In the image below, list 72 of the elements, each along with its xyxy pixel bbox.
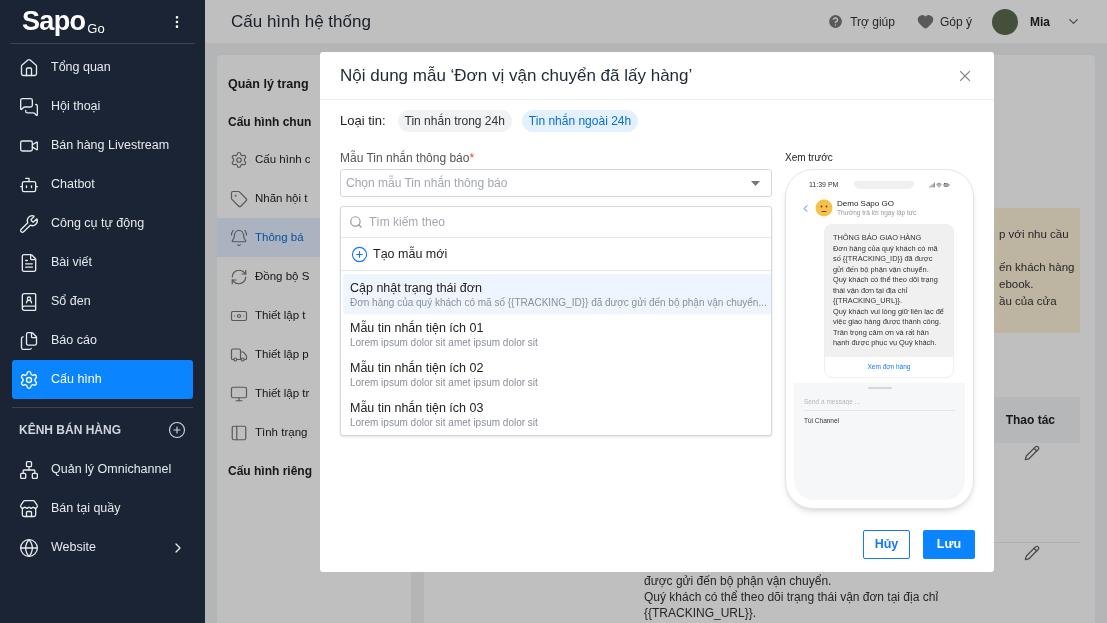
help-link[interactable]: Trợ giúp [850,12,895,31]
contact-book-icon [19,291,39,312]
sidebar-item[interactable]: Hội thoại [12,87,193,126]
sidebar-item[interactable]: Công cụ tự động [12,204,193,243]
avatar[interactable] [992,8,1018,35]
template-option[interactable]: Mẫu tin nhắn tiện ích 01 Lorem ipsum dolor sit amet ipsum dolor sit [343,314,771,354]
add-channel-icon[interactable] [168,421,186,439]
network-icon [19,459,39,480]
caret-icon [751,180,760,186]
template-text: được gửi đến bộ phận vận chuyển. [644,573,833,589]
sidebar-item[interactable]: Báo cáo [12,321,193,360]
sidebar-item[interactable]: Bán hàng Livestream [12,126,193,165]
files-icon [19,330,39,351]
sidebar-item[interactable]: Website [12,528,193,567]
store-icon [19,498,39,519]
monitor-icon [230,384,248,403]
sidebar-item[interactable]: Quản lý Omnichannel [12,450,193,489]
section-heading: Cấu hình riêng [228,463,312,480]
page-title: Cấu hình hệ thống [231,10,372,33]
logo-suffix: Go [87,22,105,35]
wrench-icon [19,213,39,234]
settings-icon [19,369,39,390]
sidebar-item[interactable]: Chatbot [12,165,193,204]
template-option[interactable]: Cập nhật trạng thái đơn Đơn hàng của quý khách có mã số {{TRACKING_ID}} đã được gửi đến bộ phận vận chuyển... [343,274,771,314]
bell-icon [230,228,248,247]
template-option[interactable]: Mẫu tin nhắn tiện ích 02 Lorem ipsum dolor sit amet ipsum dolor sit [343,354,771,394]
edit-icon[interactable] [1024,545,1040,561]
template-text: Quý khách có thể theo dõi trạng thái vận đơn tại địa chỉ [644,589,940,605]
notice-text: ebook. [999,277,1035,292]
field-label: Mẫu Tin nhắn thông báo [340,151,470,165]
panel-icon [230,423,248,442]
help-icon [827,13,845,30]
sidebar-item[interactable]: Bài viết [12,243,193,282]
document-icon [19,252,39,273]
edit-icon[interactable] [1024,445,1040,461]
truck-icon [230,345,248,364]
create-template-button[interactable]: Tạo mẫu mới [341,238,771,271]
message-type-chip[interactable]: Tin nhắn ngoài 24h [521,110,639,132]
template-text: {{TRACKING_URL}}. [644,605,758,621]
preview-label: Xem trước [785,151,834,165]
template-option[interactable]: Mẫu tin nhắn tiện ích 03 Lorem ipsum dolor sit amet ipsum dolor sit [343,394,771,434]
table-header: Thao tác [1005,412,1055,429]
notice-text: p với nhu cầu [999,227,1070,242]
globe-icon [19,537,39,558]
save-button[interactable]: Lưu [923,530,975,559]
dialog-title: Nội dung mẫu ‘Đơn vị vận chuyển đã lấy hàng’ [340,64,693,87]
logo-text: Sapo [22,8,86,35]
status-icons [929,182,950,188]
plus-circle-icon [351,245,368,263]
chat-icon [19,96,39,117]
settings-icon [230,150,248,169]
notice-text: ến khách hàng [999,260,1076,275]
tag-icon [230,189,248,208]
section-title: KÊNH BÁN HÀNG [19,421,121,439]
section-heading: Cấu hình chun [228,114,312,131]
sidebar-item[interactable]: Tổng quan [12,48,193,87]
user-name[interactable]: Mia [1030,12,1050,31]
cancel-button[interactable]: Hủy [863,530,910,559]
search-icon [349,215,363,229]
heart-icon [916,13,934,30]
page-name: Demo Sapo GO [837,199,895,209]
section-heading: Quản lý trang [228,75,309,93]
notice-text: ầu của cửa [999,294,1058,309]
feedback-link[interactable]: Góp ý [939,12,972,31]
message-type-label: Loại tin: [340,112,386,131]
sidebar-item[interactable]: Sổ đen [12,282,193,321]
sidebar-item[interactable]: Cấu hình [12,360,193,399]
message-type-chip[interactable]: Tin nhắn trong 24h [397,110,512,132]
required-mark: * [469,151,475,165]
sync-icon [230,267,248,286]
sidebar-item[interactable]: Bán tại quầy [12,489,193,528]
home-icon [19,57,39,78]
